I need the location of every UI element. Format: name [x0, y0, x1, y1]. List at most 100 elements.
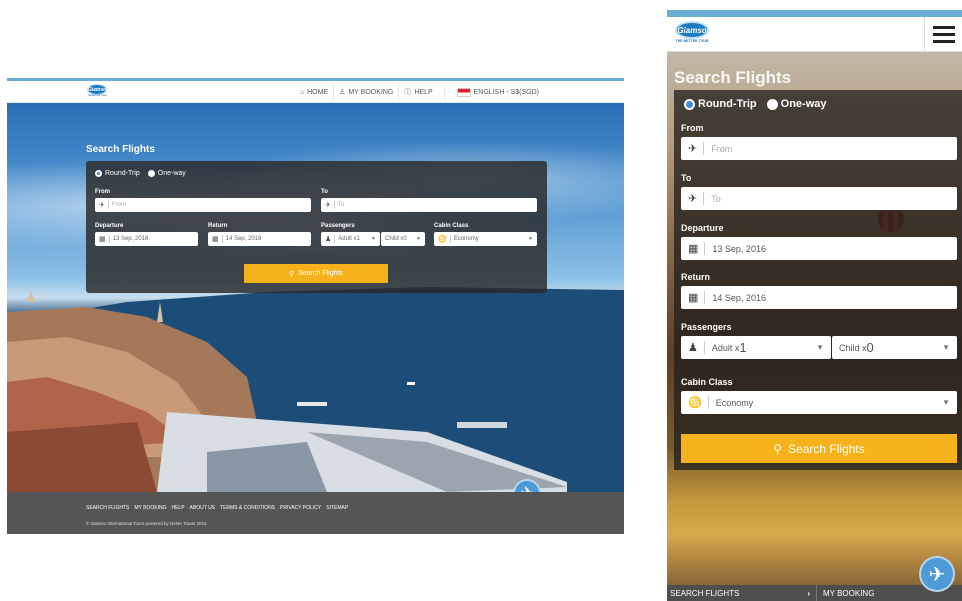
round-trip-label: Round-Trip	[105, 170, 140, 177]
departure-date-input[interactable]: ▦ 13 Sep, 2016	[95, 232, 198, 246]
nav-my-booking-label: MY BOOKING	[348, 88, 394, 96]
round-trip-radio[interactable]: Round-Trip	[95, 170, 140, 177]
logo-mark: Giamso	[87, 84, 107, 95]
one-way-label: One-way	[780, 98, 827, 110]
chevron-down-icon: ▼	[528, 236, 533, 242]
to-label: To	[321, 189, 328, 195]
radio-selected-icon	[684, 98, 695, 110]
hamburger-menu-icon[interactable]	[924, 17, 962, 52]
cabin-class-select[interactable]: ♋ Economy ▼	[681, 391, 957, 414]
chevron-down-icon: ▼	[942, 398, 950, 407]
to-label: To	[681, 173, 692, 183]
departure-plane-icon: ✈	[688, 142, 705, 155]
mobile-footer: SEARCH FLIGHTS › MY BOOKING	[667, 585, 962, 601]
language-label: ENGLISH - S$(SGD)	[473, 88, 539, 96]
footer-link-terms[interactable]: TERMS & CONDITIONS	[220, 505, 275, 511]
logo-tagline: THE BETTER TOUR	[87, 95, 107, 97]
footer-link-help[interactable]: HELP	[171, 505, 184, 511]
to-input[interactable]: ✈ To	[681, 187, 957, 210]
footer-link-privacy[interactable]: PRIVACY POLICY	[280, 505, 321, 511]
nav-home-label: HOME	[307, 88, 329, 96]
child-prefix: Child x	[839, 342, 867, 353]
brand-logo[interactable]: Giamso THE BETTER TOUR	[87, 84, 107, 97]
departure-plane-icon: ✈	[99, 201, 109, 209]
from-input[interactable]: ✈ From	[681, 137, 957, 160]
departure-date-value: 13 Sep, 2016	[712, 243, 766, 254]
calendar-icon: ▦	[688, 291, 706, 304]
footer-link-search-flights[interactable]: SEARCH FLIGHTS ›	[667, 585, 817, 601]
airplane-icon: ✈	[928, 563, 946, 586]
cabin-class-select[interactable]: ♋ Economy ▼	[434, 232, 537, 246]
one-way-radio[interactable]: One-way	[147, 170, 186, 177]
one-way-radio[interactable]: One-way	[766, 98, 827, 110]
departure-label: Departure	[95, 223, 124, 229]
from-input[interactable]: ✈ From	[95, 198, 311, 212]
return-label: Return	[681, 272, 710, 282]
departure-date-value: 13 Sep, 2016	[112, 236, 149, 242]
to-placeholder: To	[337, 202, 345, 208]
mobile-view: Giamso THE BETTER TOUR Search Flights Ro…	[667, 10, 962, 601]
to-input[interactable]: ✈ To	[321, 198, 537, 212]
nav-help[interactable]: ⓘ HELP	[398, 84, 437, 100]
home-icon: ⌂	[299, 88, 305, 96]
desktop-footer: SEARCH FLIGHTS MY BOOKING HELP ABOUT US …	[7, 492, 624, 534]
return-date-input[interactable]: ▦ 14 Sep, 2016	[681, 286, 957, 309]
radio-unselected-icon	[147, 170, 155, 177]
search-flights-button-label: Search Flights	[788, 441, 865, 456]
cabin-class-label: Cabin Class	[681, 377, 733, 387]
user-icon: ♙	[339, 89, 346, 96]
from-label: From	[681, 123, 704, 133]
search-flights-title: Search Flights	[674, 68, 792, 87]
adult-count: 1	[739, 340, 747, 355]
trip-type-group: Round-Trip One-way	[95, 170, 186, 177]
footer-links: SEARCH FLIGHTS MY BOOKING HELP ABOUT US …	[86, 505, 348, 511]
calendar-icon: ▦	[212, 235, 223, 243]
return-date-input[interactable]: ▦ 14 Sep, 2016	[208, 232, 311, 246]
passengers-label: Passengers	[321, 223, 355, 229]
footer-link-sitemap[interactable]: SITEMAP	[326, 505, 348, 511]
passengers-label: Passengers	[681, 322, 732, 332]
seat-icon: ♋	[688, 396, 709, 409]
singapore-flag-icon	[456, 87, 471, 97]
from-placeholder: From	[711, 143, 733, 154]
page: Giamso THE BETTER TOUR ⌂ HOME ♙ MY BOOKI…	[0, 0, 962, 601]
flight-fab-button[interactable]: ✈	[919, 556, 955, 592]
top-nav: ⌂ HOME ♙ MY BOOKING ⓘ HELP ENGLISH - S$(…	[295, 81, 544, 103]
adult-select[interactable]: ♟ Adult x1 ▼	[321, 232, 380, 246]
adult-select[interactable]: ♟ Adult x1 ▼	[681, 336, 831, 359]
return-date-value: 14 Sep, 2016	[712, 292, 766, 303]
mobile-header: Giamso THE BETTER TOUR	[667, 17, 962, 52]
child-value: Child x0	[385, 236, 407, 242]
calendar-icon: ▦	[99, 235, 110, 243]
nav-my-booking[interactable]: ♙ MY BOOKING	[333, 84, 398, 100]
footer-search-flights-label: SEARCH FLIGHTS	[670, 588, 740, 598]
child-select[interactable]: Child x0 ▼	[381, 232, 425, 246]
search-flights-button-label: Search Flights	[298, 270, 343, 277]
help-icon: ⓘ	[404, 89, 412, 96]
child-select[interactable]: Child x0 ▼	[832, 336, 957, 359]
language-selector[interactable]: ENGLISH - S$(SGD)	[443, 84, 544, 100]
arrival-plane-icon: ✈	[688, 192, 705, 205]
cabin-class-label: Cabin Class	[434, 223, 469, 229]
departure-date-input[interactable]: ▦ 13 Sep, 2016	[681, 237, 957, 260]
chevron-down-icon: ▼	[942, 343, 950, 352]
chevron-down-icon: ▼	[371, 236, 376, 242]
nav-home[interactable]: ⌂ HOME	[295, 84, 333, 100]
flight-search-panel: Round-Trip One-way From ✈ From To ✈ To D…	[86, 161, 547, 293]
footer-link-about-us[interactable]: ABOUT US	[190, 505, 215, 511]
search-flights-button[interactable]: ⚲ Search Flights	[681, 434, 957, 463]
trip-type-group: Round-Trip One-way	[684, 98, 827, 110]
footer-link-my-booking[interactable]: MY BOOKING	[817, 589, 874, 598]
round-trip-radio[interactable]: Round-Trip	[684, 98, 757, 110]
calendar-icon: ▦	[688, 242, 706, 255]
seat-icon: ♋	[438, 235, 451, 243]
chevron-down-icon: ▼	[816, 343, 824, 352]
logo-tagline: THE BETTER TOUR	[675, 39, 709, 43]
footer-link-search-flights[interactable]: SEARCH FLIGHTS	[86, 505, 129, 511]
chevron-down-icon: ▼	[416, 236, 421, 242]
footer-link-my-booking[interactable]: MY BOOKING	[134, 505, 166, 511]
search-flights-button[interactable]: ⚲ Search Flights	[244, 264, 388, 283]
radio-selected-icon	[95, 170, 102, 177]
brand-logo[interactable]: Giamso THE BETTER TOUR	[675, 21, 709, 43]
cabin-class-value: Economy	[715, 397, 754, 408]
